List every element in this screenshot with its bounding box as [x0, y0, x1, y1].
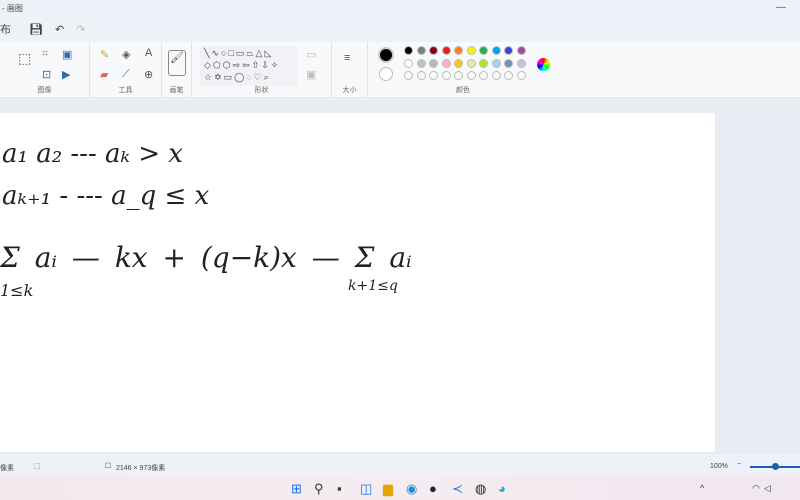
- size-group: ≡ 大小: [332, 42, 368, 98]
- colors-group: 颜色: [368, 42, 568, 98]
- text-icon[interactable]: A: [145, 47, 152, 59]
- empty-color-swatch[interactable]: [416, 71, 426, 80]
- obs-icon[interactable]: ◍: [475, 481, 486, 497]
- empty-color-swatch[interactable]: [466, 71, 476, 80]
- resize-icon[interactable]: ⊡: [42, 68, 51, 81]
- color-picker-icon[interactable]: ⟋: [122, 68, 130, 81]
- steam-icon[interactable]: ●: [429, 481, 437, 496]
- empty-color-swatch[interactable]: [441, 71, 451, 80]
- edge-icon[interactable]: ◉: [406, 481, 417, 497]
- primary-color[interactable]: [378, 47, 394, 63]
- zoom-slider-thumb[interactable]: [772, 463, 779, 470]
- empty-color-swatch[interactable]: [491, 71, 501, 80]
- widgets-icon[interactable]: ◫: [360, 481, 372, 497]
- color-swatch[interactable]: [416, 46, 426, 55]
- select-icon[interactable]: ⬚: [18, 50, 31, 67]
- group-label-shapes: 形状: [254, 87, 269, 94]
- save-icon[interactable]: 💾︎: [29, 23, 43, 36]
- handwriting-subscript-2: k+1≤q: [348, 278, 398, 294]
- color-swatch[interactable]: [441, 58, 451, 68]
- rotate-icon[interactable]: ▶: [62, 68, 70, 81]
- color-swatch[interactable]: [504, 58, 513, 68]
- cursor-position: 像素: [0, 465, 14, 472]
- edit-colors-icon[interactable]: [537, 58, 550, 71]
- selection-icon: ⬚: [34, 463, 41, 470]
- quick-access-toolbar: 布 💾︎ ↶ ↷: [0, 18, 85, 40]
- brush-icon[interactable]: 🖌︎: [168, 50, 186, 76]
- start-icon[interactable]: ⊞: [291, 481, 302, 497]
- empty-color-swatch[interactable]: [404, 71, 413, 80]
- shapes-gallery[interactable]: ╲∿○□▭⏢△◺ ◇⬠⬡⇨⇦⇧⇩✧ ☆✡▭◯◌♡⌕: [200, 46, 298, 86]
- secondary-color[interactable]: [379, 67, 393, 81]
- color-swatch[interactable]: [404, 46, 413, 55]
- minimize-button[interactable]: —: [776, 2, 786, 13]
- canvas-tab[interactable]: 布: [0, 21, 11, 37]
- size-icon[interactable]: ≡: [344, 52, 350, 64]
- empty-color-swatch[interactable]: [504, 71, 513, 80]
- empty-color-swatch[interactable]: [454, 71, 463, 80]
- handwriting-line-2: aₖ₊₁ - --- a_q ≤ x: [2, 181, 210, 211]
- handwriting-line-3: Σ aᵢ — kx + (q−k)x — Σ aᵢ: [0, 241, 412, 274]
- image-group: ⬚ ⌗ ▣ ⊡ ▶ 图像: [0, 42, 90, 98]
- color-swatch[interactable]: [429, 58, 438, 68]
- zoom-out-button[interactable]: −: [737, 461, 741, 468]
- color-swatch[interactable]: [454, 46, 463, 55]
- color-swatch[interactable]: [516, 58, 526, 68]
- color-swatch[interactable]: [429, 46, 438, 55]
- fill-shape-icon[interactable]: ▣: [306, 68, 316, 81]
- fill-icon[interactable]: ◈: [122, 48, 130, 61]
- redo-icon[interactable]: ↷: [76, 23, 85, 36]
- handwriting-line-1: a₁ a₂ --- aₖ > x: [2, 139, 183, 169]
- vscode-icon[interactable]: ≺: [452, 481, 463, 497]
- handwriting-subscript-1: 1≤k: [0, 281, 34, 300]
- tray-chevron-icon[interactable]: ^: [700, 483, 704, 493]
- search-icon[interactable]: ⚲: [314, 481, 324, 497]
- color-swatch[interactable]: [504, 46, 513, 55]
- eraser-icon[interactable]: ▰: [100, 68, 108, 81]
- zoom-level: 100%: [710, 463, 728, 470]
- window-title: - 画图: [2, 4, 23, 13]
- magnifier-icon[interactable]: ⊕: [144, 68, 153, 81]
- brushes-group: 🖌︎ 画笔: [162, 42, 192, 98]
- ribbon: ⬚ ⌗ ▣ ⊡ ▶ 图像 ✎ ◈ A ▰ ⟋ ⊕ 工具 🖌︎ 画笔 ╲∿○□▭⏢…: [0, 42, 800, 98]
- title-bar: - 画图 —: [0, 0, 800, 14]
- image-icon[interactable]: ▣: [62, 48, 72, 61]
- color-swatch[interactable]: [479, 46, 488, 55]
- group-label-colors: 颜色: [456, 87, 470, 94]
- shapes-group: ╲∿○□▭⏢△◺ ◇⬠⬡⇨⇦⇧⇩✧ ☆✡▭◯◌♡⌕ ▭ ▣ 形状: [192, 42, 332, 98]
- file-explorer-icon[interactable]: ▆: [383, 481, 393, 497]
- color-swatch[interactable]: [441, 46, 451, 55]
- wifi-icon[interactable]: ◠: [752, 483, 760, 494]
- drawing-canvas[interactable]: a₁ a₂ --- aₖ > x aₖ₊₁ - --- a_q ≤ x Σ aᵢ…: [0, 113, 715, 452]
- undo-icon[interactable]: ↶: [55, 23, 64, 36]
- color-swatch[interactable]: [491, 46, 501, 55]
- color-swatch[interactable]: [416, 58, 426, 68]
- empty-color-swatch[interactable]: [516, 71, 526, 80]
- color-swatch[interactable]: [454, 58, 463, 68]
- task-view-icon[interactable]: ▪: [337, 481, 342, 496]
- color-swatch[interactable]: [479, 58, 488, 68]
- group-label-tools: 工具: [118, 87, 133, 94]
- tools-group: ✎ ◈ A ▰ ⟋ ⊕ 工具: [90, 42, 162, 98]
- empty-color-swatch[interactable]: [479, 71, 488, 80]
- group-label-brushes: 画笔: [169, 87, 184, 94]
- outline-icon[interactable]: ▭: [306, 48, 316, 61]
- status-bar: 像素 ⬚ ☐ 2146 × 973像素 100% −: [0, 458, 800, 476]
- taskbar: ⊞ ⚲ ▪ ◫ ▆ ◉ ● ≺ ◍ ◕ ^ ◠ ◁: [0, 476, 800, 500]
- crop-icon[interactable]: ⌗: [42, 48, 48, 61]
- volume-icon[interactable]: ◁: [764, 483, 771, 494]
- color-swatch[interactable]: [466, 58, 476, 68]
- group-label-size: 大小: [342, 87, 357, 94]
- color-swatch[interactable]: [466, 46, 476, 55]
- canvas-dimensions: 2146 × 973像素: [116, 465, 166, 472]
- pencil-icon[interactable]: ✎: [100, 48, 109, 61]
- empty-color-swatch[interactable]: [429, 71, 438, 80]
- color-swatch[interactable]: [404, 58, 413, 68]
- canvas-size-icon: ☐: [105, 463, 112, 470]
- color-swatch[interactable]: [516, 46, 526, 55]
- color-swatch[interactable]: [491, 58, 501, 68]
- group-label-image: 图像: [37, 87, 52, 94]
- paint-icon[interactable]: ◕: [498, 481, 506, 496]
